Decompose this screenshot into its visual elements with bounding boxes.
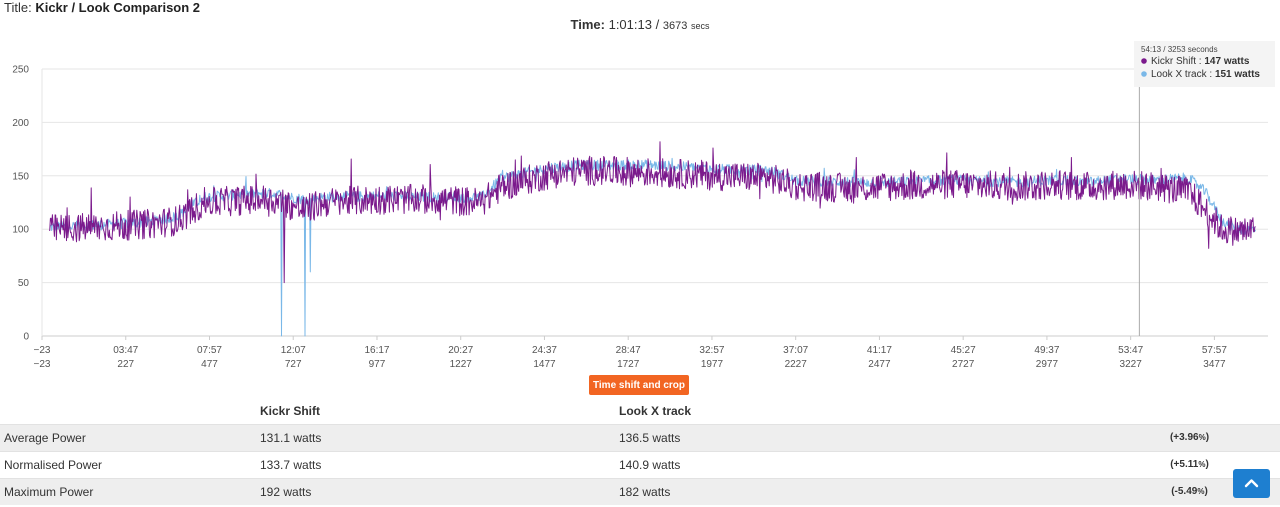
time-unit: secs — [690, 21, 710, 31]
tooltip-time: 54:13 — [1141, 45, 1162, 54]
x-tick-secs-label: 2727 — [952, 359, 975, 370]
tooltip-look-dot — [1141, 71, 1147, 77]
y-tick-label: 100 — [12, 225, 29, 236]
x-tick-secs-label: 1727 — [617, 359, 640, 370]
x-tick-secs-label: 1477 — [533, 359, 556, 370]
x-tick-secs-label: −23 — [34, 359, 51, 370]
chart-grid — [41, 68, 1268, 337]
table-header-look: Look X track — [619, 403, 692, 418]
time-label: Time: — [570, 17, 605, 32]
diff-value: +5.11 — [1173, 459, 1199, 470]
tooltip-look-name: Look X track — [1151, 69, 1208, 80]
kickr-value: 192 watts — [260, 477, 619, 505]
table-header-diff — [1099, 398, 1280, 424]
kickr-value: 131.1 watts — [260, 423, 619, 451]
x-tick-time-label: 57:57 — [1202, 345, 1227, 356]
y-tick-label: 50 — [18, 278, 30, 289]
look-value: 182 watts — [619, 477, 1099, 505]
title-value: Kickr / Look Comparison 2 — [35, 0, 201, 15]
x-tick-secs-label: 3477 — [1203, 359, 1226, 370]
x-tick-time-label: 20:27 — [448, 345, 473, 356]
diff-value: -5.49 — [1174, 486, 1198, 498]
x-tick-time-label: −23 — [34, 345, 51, 356]
scroll-to-top-button[interactable] — [1233, 469, 1270, 498]
diff-unit: % — [1198, 433, 1206, 442]
series-kickr-shift — [49, 141, 1256, 284]
hover-tooltip: 54:13 / 3253 seconds Kickr Shift : 147 w… — [1134, 41, 1275, 87]
look-value: 140.9 watts — [619, 450, 1099, 478]
row-label: Normalised Power — [0, 450, 260, 478]
x-tick-time-label: 41:17 — [867, 345, 892, 356]
y-axis: 0 50 100 150 200 250 — [12, 65, 29, 343]
x-tick-secs-label: 1227 — [450, 359, 473, 370]
x-tick-secs-label: 1977 — [701, 359, 724, 370]
tooltip-look-value: 151 watts — [1215, 69, 1260, 80]
y-tick-label: 250 — [12, 65, 29, 76]
time-value: 1:01:13 — [608, 17, 652, 32]
table-header-blank — [0, 398, 260, 424]
power-comparison-table: Kickr Shift Look X track Average Power 1… — [0, 398, 1280, 505]
y-tick-label: 0 — [23, 332, 29, 343]
x-tick-secs-label: 477 — [201, 359, 218, 370]
diff-unit: % — [1197, 487, 1205, 497]
table-header-row: Kickr Shift Look X track — [0, 398, 1280, 424]
x-tick-secs-label: 2477 — [868, 359, 891, 370]
diff-value: +3.96 — [1173, 432, 1199, 443]
x-tick-secs-label: 3227 — [1120, 359, 1143, 370]
time-sep: / — [655, 17, 660, 32]
x-tick-secs-label: 227 — [117, 359, 134, 370]
tooltip-kickr-value: 147 watts — [1204, 56, 1249, 67]
table-row: Average Power 131.1 watts 136.5 watts (+… — [0, 423, 1280, 451]
svg-text:Look X track : 151 watts: Look X track : 151 watts — [1151, 69, 1260, 80]
tooltip-sep: / — [1163, 45, 1166, 54]
diff-percent: (+3.96%) — [1099, 423, 1280, 451]
x-tick-secs-label: 977 — [369, 359, 386, 370]
time-shift-crop-button[interactable]: Time shift and crop — [589, 375, 689, 395]
x-tick-secs-label: 2977 — [1036, 359, 1059, 370]
svg-text:54:13 / 3253: 54:13 / 3253 seconds — [1141, 45, 1218, 54]
time-secs: 3673 — [662, 20, 688, 32]
table-row: Maximum Power 192 watts 182 watts (-5.49… — [0, 477, 1280, 505]
y-tick-label: 150 — [12, 171, 29, 182]
title-prefix: Title: — [4, 0, 32, 15]
x-tick-time-label: 37:07 — [783, 345, 808, 356]
x-tick-time-label: 28:47 — [616, 345, 641, 356]
x-tick-time-label: 24:37 — [532, 345, 557, 356]
x-tick-time-label: 03:47 — [113, 345, 138, 356]
power-chart[interactable]: 0 50 100 150 200 250 −23 −23 03:47 227 07:57 477 12… — [0, 36, 1280, 372]
tooltip-kickr-dot — [1141, 58, 1147, 64]
diff-unit: % — [1198, 460, 1206, 469]
x-tick-secs-label: 727 — [285, 359, 302, 370]
tooltip-kickr-name: Kickr Shift — [1151, 56, 1196, 67]
page-title: Title: Kickr / Look Comparison 2 — [4, 0, 200, 15]
x-tick-time-label: 45:27 — [951, 345, 976, 356]
time-summary: Time: 1:01:13 / 3673 secs — [0, 17, 1280, 32]
x-tick-time-label: 16:17 — [364, 345, 389, 356]
series-line — [49, 141, 1256, 284]
chevron-up-icon — [1244, 479, 1259, 488]
x-tick-time-label: 07:57 — [197, 345, 222, 356]
x-tick-time-label: 49:37 — [1034, 345, 1059, 356]
x-tick-time-label: 53:47 — [1118, 345, 1143, 356]
x-axis: −23 −23 03:47 227 07:57 477 12:07 727 16:17 977 20… — [34, 336, 1227, 370]
row-label: Average Power — [0, 423, 260, 451]
table-header-kickr: Kickr Shift — [260, 403, 321, 418]
x-tick-time-label: 12:07 — [281, 345, 306, 356]
row-label: Maximum Power — [0, 477, 260, 505]
tooltip-secs: 3253 — [1168, 45, 1186, 54]
tooltip-secs-unit: seconds — [1188, 45, 1218, 54]
svg-text:Kickr Shift : 147 watts: Kickr Shift : 147 watts — [1151, 56, 1250, 67]
x-tick-secs-label: 2227 — [785, 359, 808, 370]
kickr-value: 133.7 watts — [260, 450, 619, 478]
look-value: 136.5 watts — [619, 423, 1099, 451]
x-tick-time-label: 32:57 — [699, 345, 724, 356]
y-tick-label: 200 — [12, 118, 29, 129]
table-row: Normalised Power 133.7 watts 140.9 watts… — [0, 450, 1280, 478]
